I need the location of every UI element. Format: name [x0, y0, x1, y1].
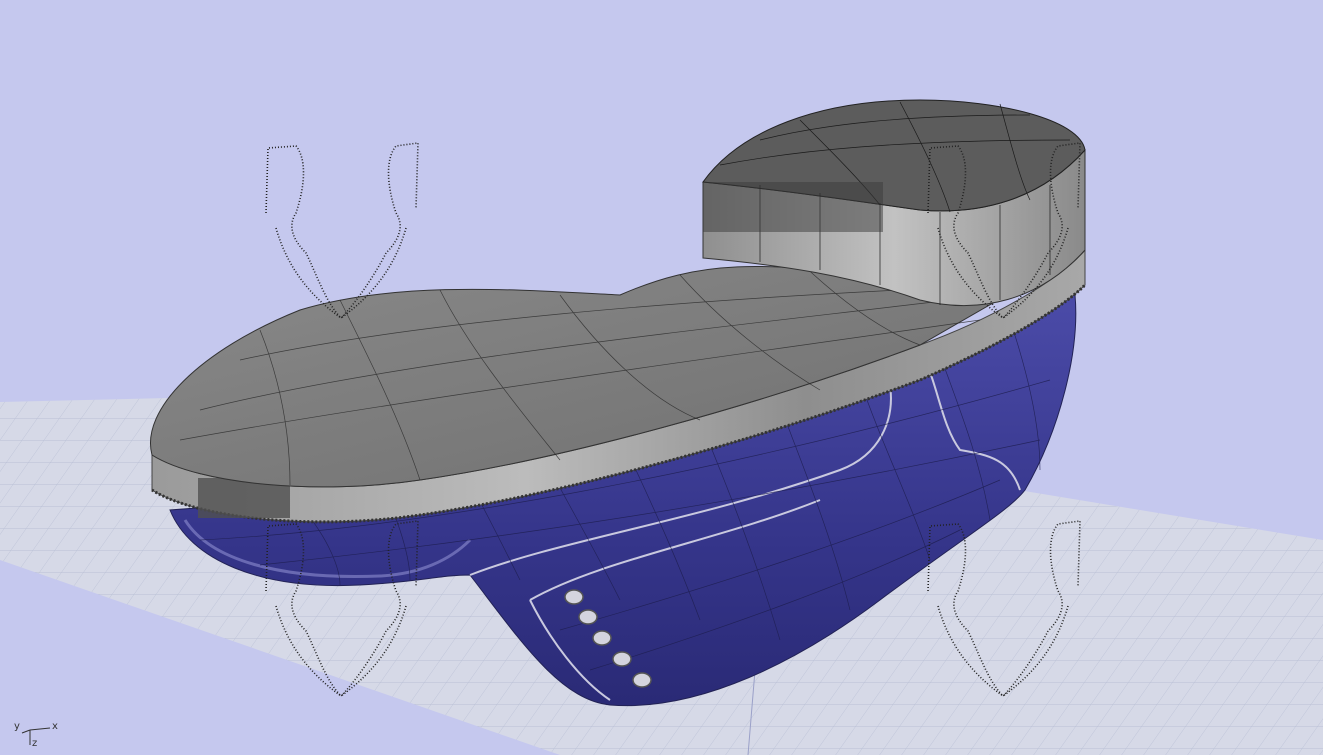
axis-x-label: x [52, 721, 58, 732]
3d-viewport[interactable]: x y z [0, 0, 1323, 755]
axis-y-label: y [14, 721, 20, 732]
section-curve-1 [265, 142, 419, 320]
scene-canvas[interactable] [0, 0, 1323, 755]
axis-z-label: z [32, 738, 38, 749]
